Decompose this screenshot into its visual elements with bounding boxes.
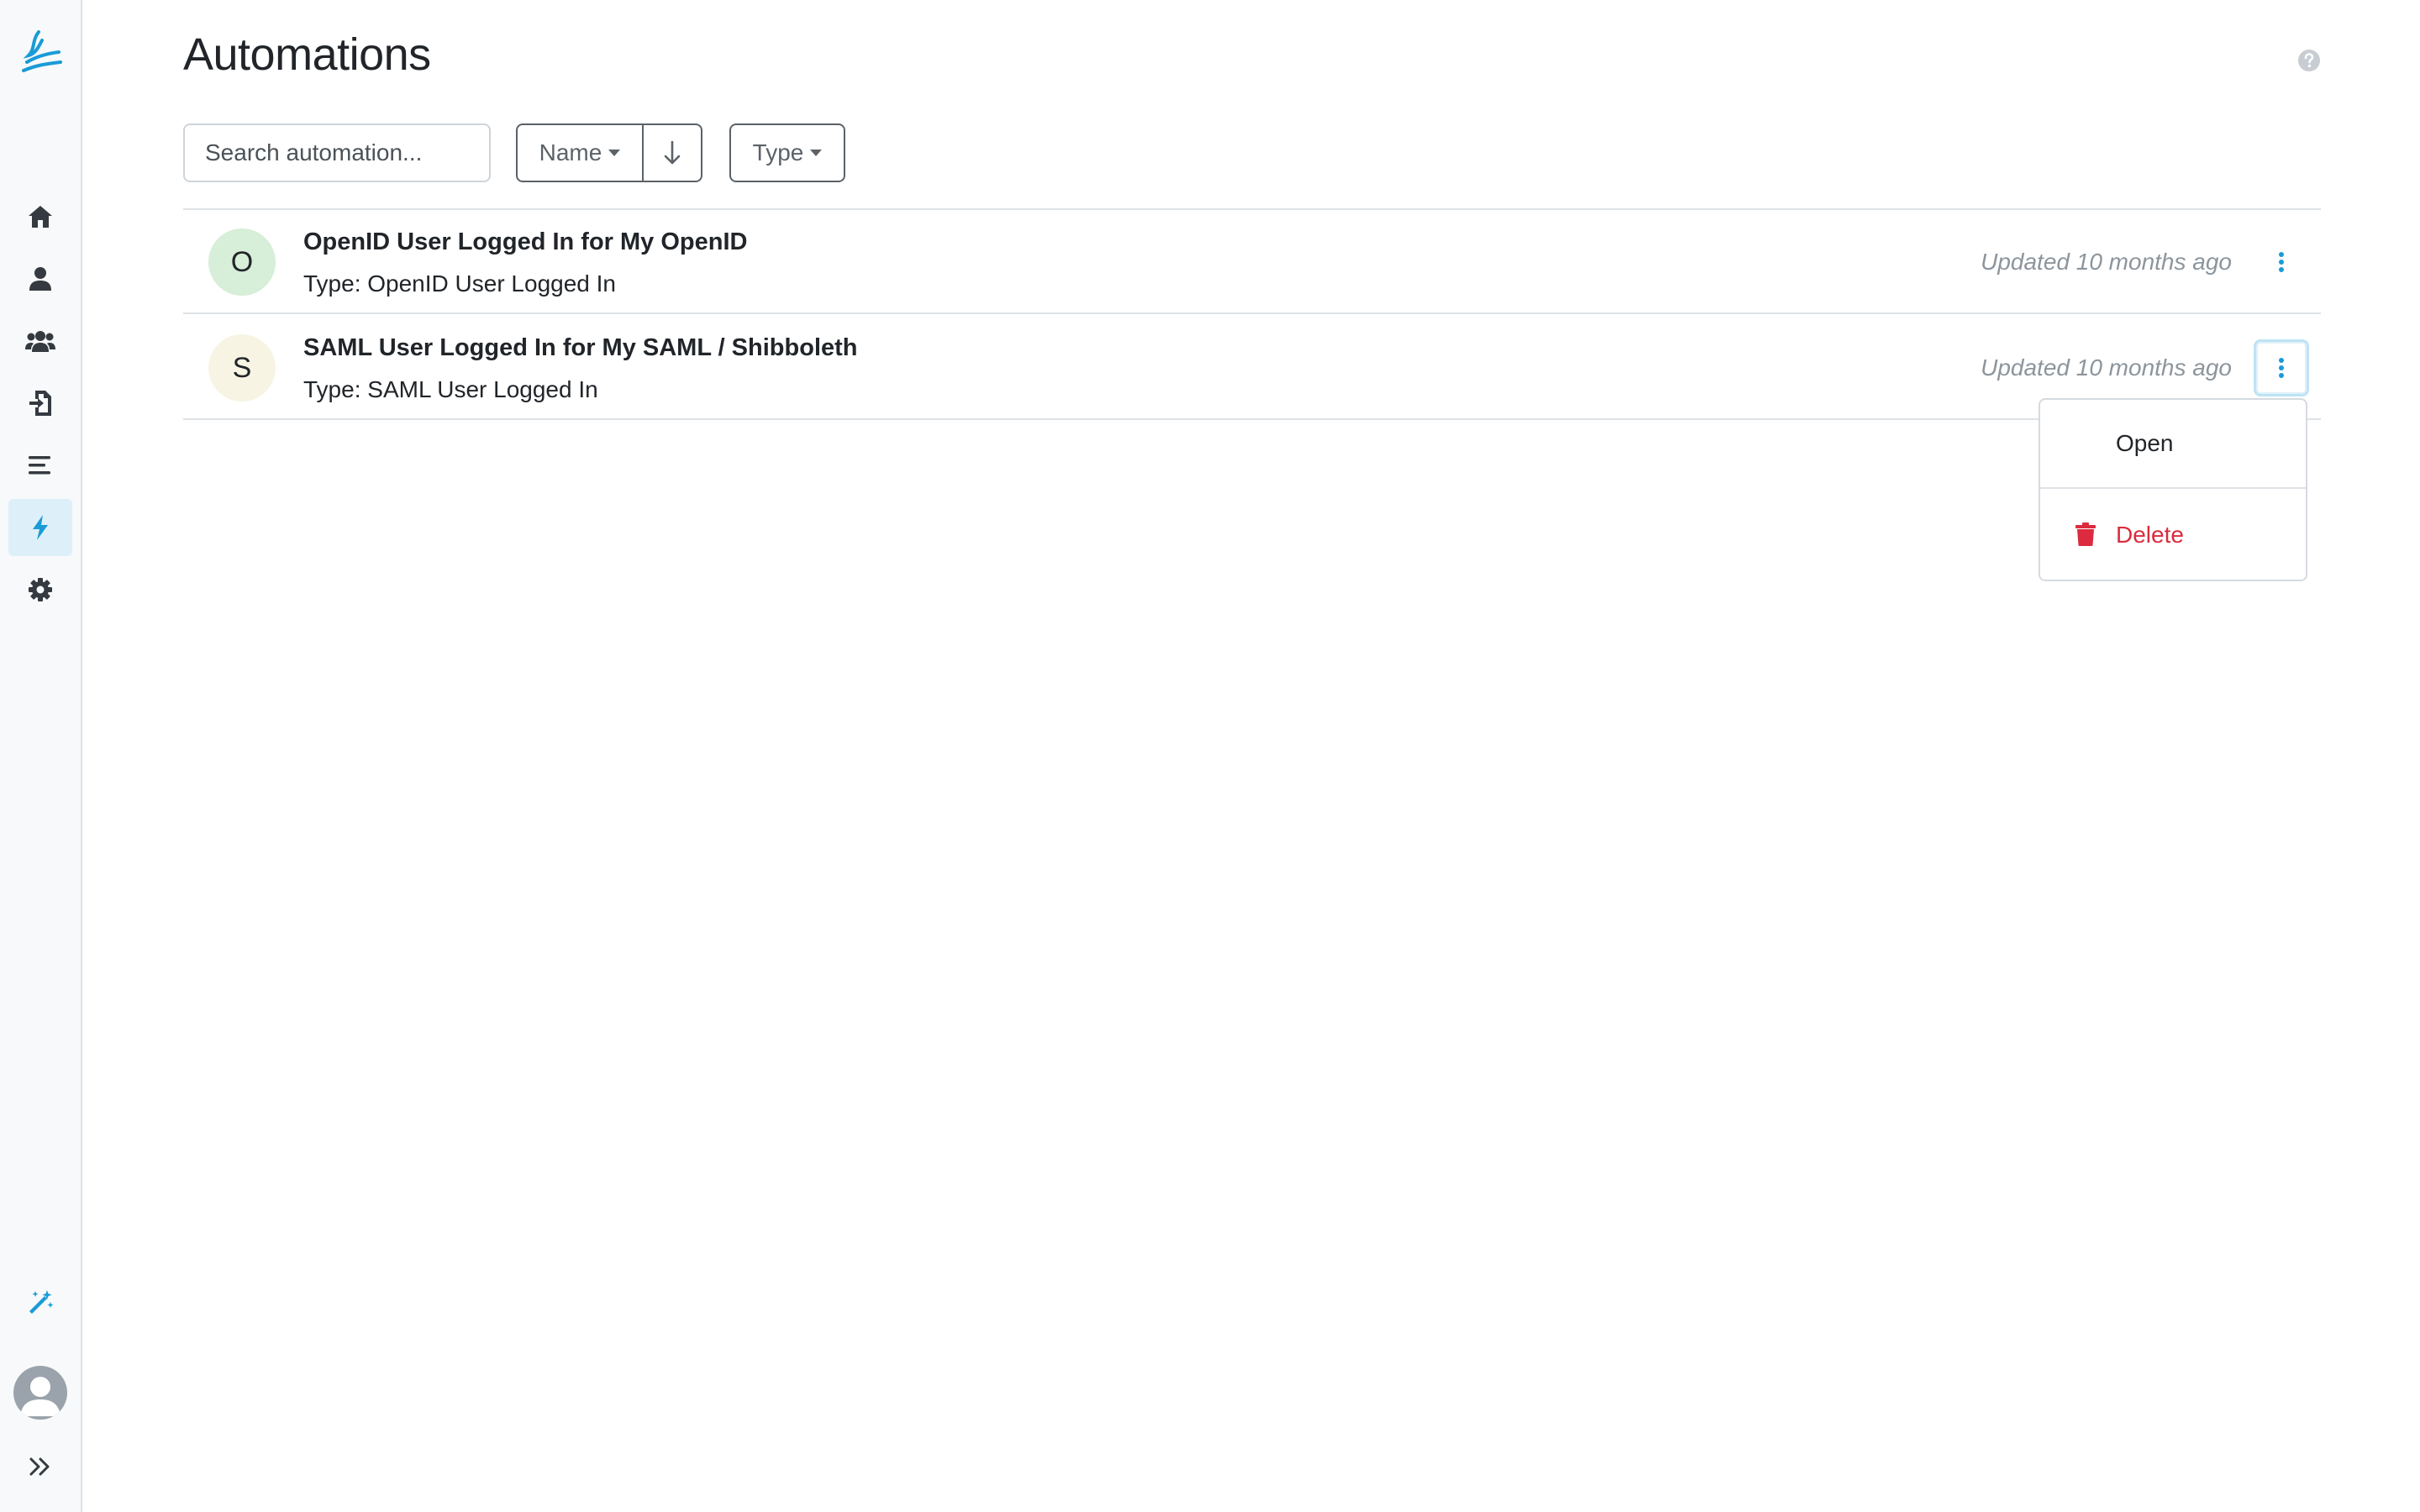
- kebab-menu-icon: [2279, 358, 2284, 378]
- type-filter-label: Type: [752, 139, 804, 165]
- sidebar-item-logs[interactable]: [8, 437, 72, 494]
- app-logo-icon[interactable]: [17, 29, 66, 76]
- sidebar-item-users[interactable]: [8, 250, 72, 307]
- automation-updated: Updated 10 months ago: [1981, 249, 2232, 275]
- avatar-initial: S: [232, 351, 252, 384]
- menu-item-open[interactable]: Open: [2040, 400, 2306, 489]
- more-actions-button[interactable]: [2254, 339, 2309, 396]
- sidebar-item-home[interactable]: [8, 188, 72, 245]
- magic-wand-button[interactable]: [8, 1273, 72, 1331]
- users-icon: [25, 331, 55, 352]
- menu-item-label: Delete: [2116, 522, 2184, 548]
- magic-wand-icon: [29, 1290, 54, 1314]
- search-input[interactable]: [183, 123, 491, 182]
- kebab-menu-icon: [2279, 252, 2284, 272]
- user-avatar-icon: [20, 1377, 60, 1416]
- sidebar: [0, 0, 82, 1512]
- menu-item-label: Open: [2116, 430, 2174, 456]
- list-item[interactable]: S SAML User Logged In for My SAML / Shib…: [183, 316, 2321, 420]
- automation-avatar: S: [208, 334, 276, 402]
- sort-field-label: Name: [539, 139, 602, 165]
- actions-dropdown-menu: Open Delete: [2039, 398, 2307, 581]
- expand-chevrons-icon: [29, 1457, 50, 1476]
- automation-updated: Updated 10 months ago: [1981, 354, 2232, 381]
- caret-down-icon: [608, 150, 621, 156]
- home-icon: [29, 206, 52, 228]
- arrow-down-icon: [664, 140, 681, 165]
- automation-title[interactable]: SAML User Logged In for My SAML / Shibbo…: [303, 334, 858, 362]
- avatar[interactable]: [13, 1366, 67, 1420]
- list-item[interactable]: O OpenID User Logged In for My OpenID Ty…: [183, 210, 2321, 314]
- automation-type: Type: OpenID User Logged In: [303, 270, 616, 297]
- user-icon: [29, 267, 51, 291]
- sidebar-expand-button[interactable]: [8, 1438, 72, 1495]
- avatar-initial: O: [230, 245, 254, 278]
- caret-down-icon: [810, 150, 823, 156]
- list-icon: [29, 456, 50, 475]
- sign-in-icon: [29, 391, 51, 416]
- trash-icon: [2075, 522, 2096, 546]
- sidebar-item-settings[interactable]: [8, 561, 72, 618]
- sort-direction-button[interactable]: [642, 123, 702, 182]
- sidebar-item-applications[interactable]: [8, 375, 72, 432]
- bolt-icon: [33, 515, 48, 540]
- sort-field-dropdown[interactable]: Name: [516, 123, 644, 182]
- automation-avatar: O: [208, 228, 276, 296]
- gear-icon: [29, 578, 52, 601]
- page-title: Automations: [183, 29, 431, 80]
- sidebar-item-groups[interactable]: [8, 312, 72, 370]
- sidebar-item-automations[interactable]: [8, 499, 72, 556]
- more-actions-button[interactable]: [2254, 234, 2309, 291]
- question-circle-icon[interactable]: [2297, 49, 2321, 72]
- menu-item-delete[interactable]: Delete: [2040, 491, 2306, 580]
- type-filter-dropdown[interactable]: Type: [729, 123, 845, 182]
- automation-type: Type: SAML User Logged In: [303, 376, 598, 402]
- automation-title[interactable]: OpenID User Logged In for My OpenID: [303, 228, 747, 256]
